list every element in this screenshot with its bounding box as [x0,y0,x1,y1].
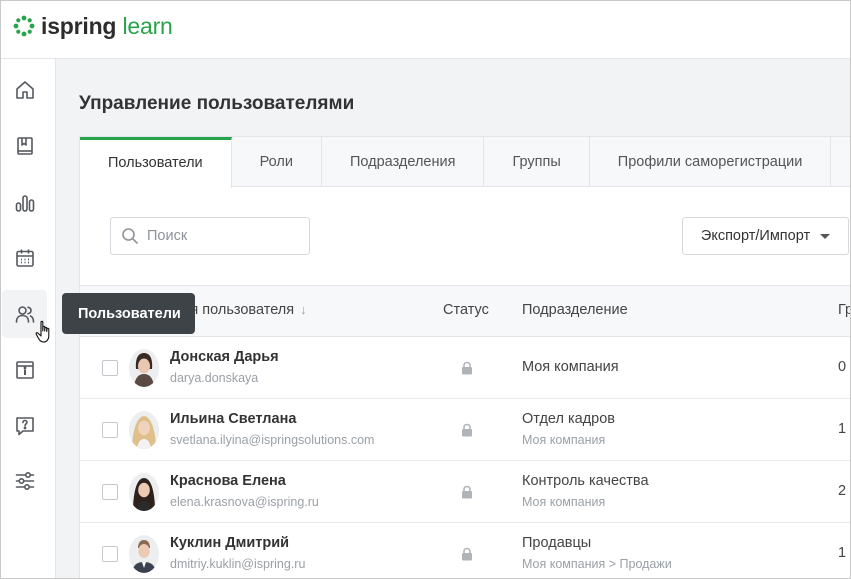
group-count: 2 [838,483,847,499]
department-name: Продавцы [522,535,592,551]
table-row[interactable]: Куклин Дмитрий dmitriy.kuklin@ispring.ru… [80,523,850,578]
export-import-label: Экспорт/Импорт [700,228,811,244]
sidebar-item-home[interactable] [2,66,47,114]
group-count: 1 [838,545,847,561]
logo-brand: ispring [41,12,117,39]
user-login: elena.krasnova@ispring.ru [170,495,319,509]
row-checkbox[interactable] [102,484,118,500]
department-path: Моя компания [522,495,606,509]
user-name[interactable]: Куклин Дмитрий [170,535,289,551]
sidebar-tooltip: Пользователи [62,293,195,334]
lock-icon [462,423,472,437]
user-login: svetlana.ilyina@ispringsolutions.com [170,433,375,447]
avatar [129,411,159,449]
lock-icon [462,547,472,561]
sort-down-icon: ↓ [300,302,307,317]
table-row[interactable]: Краснова Елена elena.krasnova@ispring.ru… [80,461,850,523]
tab-bar: Пользователи Роли Подразделения Группы П… [80,137,850,188]
app-window: ispring learn Управление пользователями … [0,0,851,579]
tab-self-registration-profiles[interactable]: Профили саморегистрации [590,137,832,187]
tab-groups[interactable]: Группы [484,137,590,187]
row-checkbox[interactable] [102,546,118,562]
logo-product: learn [122,12,173,39]
top-bar: ispring learn [1,1,850,59]
lock-icon [462,361,472,375]
sidebar [1,59,56,578]
home-icon [15,81,34,99]
table-header: Имя пользователя ↓ Статус Подразделение Г… [80,285,850,337]
sidebar-item-help[interactable] [2,402,47,450]
search-box[interactable] [110,217,310,255]
user-name[interactable]: Донская Дарья [170,349,279,365]
column-header-status: Статус [443,302,489,318]
user-name[interactable]: Краснова Елена [170,473,286,489]
users-icon [15,306,34,323]
caret-down-icon [820,233,831,239]
tab-roles[interactable]: Роли [232,137,322,187]
sidebar-item-reports[interactable] [2,179,47,227]
sidebar-item-info[interactable] [2,346,47,394]
user-login: dmitriy.kuklin@ispring.ru [170,557,306,571]
department-path: Моя компания > Продажи [522,557,672,571]
avatar [129,349,159,387]
sidebar-item-courses[interactable] [2,122,47,170]
avatar [129,535,159,573]
page-title: Управление пользователями [79,93,355,114]
user-name[interactable]: Ильина Светлана [170,411,296,427]
tab-departments[interactable]: Подразделения [322,137,485,187]
users-card: Пользователи Роли Подразделения Группы П… [79,136,850,578]
table-row[interactable]: Ильина Светлана svetlana.ilyina@isprings… [80,399,850,461]
export-import-button[interactable]: Экспорт/Импорт [682,217,849,255]
search-input[interactable] [147,228,297,244]
group-count: 0 [838,359,847,375]
book-icon [16,137,33,155]
avatar [129,473,159,511]
column-header-groups: Гр [838,302,850,318]
calendar-icon [15,249,34,267]
row-checkbox[interactable] [102,422,118,438]
table-row[interactable]: Донская Дарья darya.donskaya Моя компани… [80,337,850,399]
sidebar-item-settings[interactable] [2,457,47,505]
group-count: 1 [838,421,847,437]
column-header-department: Подразделение [522,302,628,318]
search-icon [122,228,138,244]
row-checkbox[interactable] [102,360,118,376]
department-name: Моя компания [522,359,619,375]
logo[interactable]: ispring learn [13,11,173,41]
ispring-logo-icon [13,15,35,37]
lock-icon [462,485,472,499]
sidebar-item-calendar[interactable] [2,234,47,282]
info-icon [15,361,34,379]
tab-users[interactable]: Пользователи [80,137,232,188]
settings-sliders-icon [15,471,34,491]
department-name: Контроль качества [522,473,649,489]
bar-chart-icon [15,195,34,212]
department-name: Отдел кадров [522,411,615,427]
user-login: darya.donskaya [170,371,259,385]
help-icon [15,417,34,436]
hand-cursor-icon [35,320,50,343]
department-path: Моя компания [522,433,606,447]
